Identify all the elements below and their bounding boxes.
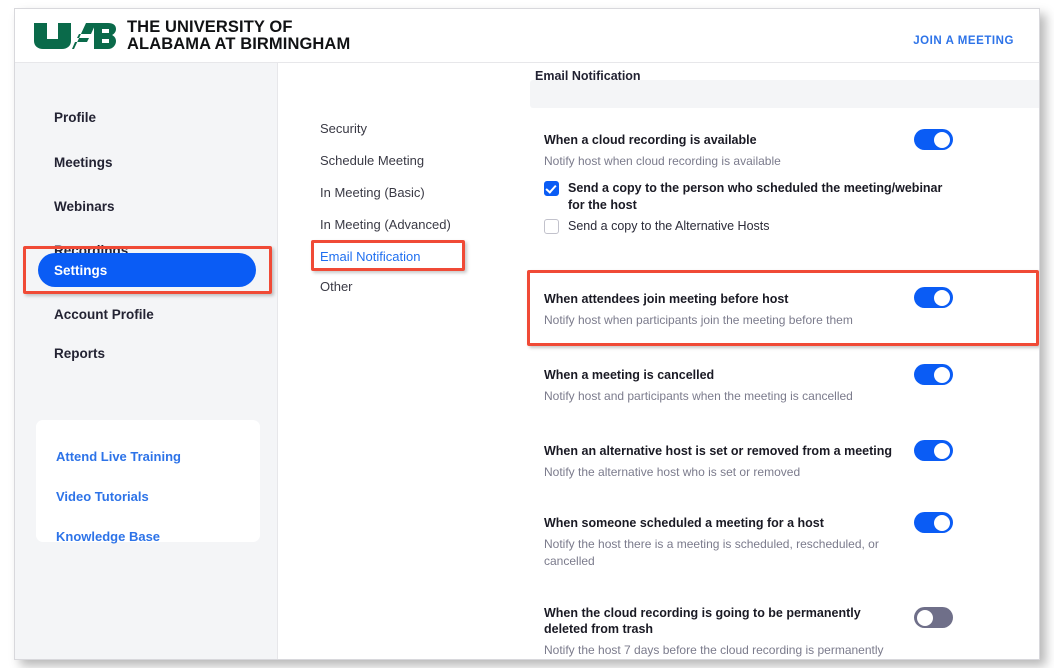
setting-description: Notify host when cloud recording is avai… bbox=[544, 154, 781, 168]
toggle-attendees-join-before-host[interactable] bbox=[914, 287, 953, 308]
annotation-box-attendees-join-before-host bbox=[527, 270, 1039, 346]
sidebar-item-meetings[interactable]: Meetings bbox=[38, 148, 256, 176]
subnav-item-email-notification[interactable]: Email Notification bbox=[320, 249, 420, 264]
subnav-item-schedule-meeting[interactable]: Schedule Meeting bbox=[320, 153, 424, 168]
browser-window: THE UNIVERSITY OF ALABAMA AT BIRMINGHAM … bbox=[14, 8, 1040, 660]
uab-logo-icon bbox=[34, 23, 116, 49]
uab-wordmark: THE UNIVERSITY OF ALABAMA AT BIRMINGHAM bbox=[127, 18, 351, 53]
subnav-item-security[interactable]: Security bbox=[320, 121, 367, 136]
toggle-knob bbox=[934, 131, 950, 148]
setting-description: Notify host when participants join the m… bbox=[544, 313, 853, 327]
setting-title: When the cloud recording is going to be … bbox=[544, 606, 861, 636]
setting-description: Notify the host 7 days before the cloud … bbox=[544, 643, 884, 657]
check-tick-icon bbox=[545, 182, 557, 194]
toggle-cloud-recording-deleted[interactable] bbox=[914, 607, 953, 628]
settings-content: Email Notification When a cloud recordin… bbox=[519, 63, 1039, 659]
uab-logo: THE UNIVERSITY OF ALABAMA AT BIRMINGHAM bbox=[32, 19, 350, 53]
setting-title: When attendees join meeting before host bbox=[544, 292, 789, 306]
setting-description: Notify the alternative host who is set o… bbox=[544, 465, 801, 479]
toggle-cloud-recording-available[interactable] bbox=[914, 129, 953, 150]
section-header-bar bbox=[530, 80, 1039, 108]
checkbox-send-copy-alternative-hosts[interactable] bbox=[544, 219, 559, 234]
toggle-knob bbox=[934, 289, 950, 306]
checkbox-label: Send a copy to the person who scheduled … bbox=[568, 181, 943, 212]
toggle-alternative-host-changed[interactable] bbox=[914, 440, 953, 461]
help-links-card: Attend Live Training Video Tutorials Kno… bbox=[36, 420, 260, 544]
sidebar: Profile Meetings Webinars Recordings Set… bbox=[15, 63, 278, 659]
sidebar-item-settings[interactable]: Settings bbox=[38, 253, 256, 287]
checkbox-label: Send a copy to the Alternative Hosts bbox=[568, 219, 770, 233]
join-a-meeting-link[interactable]: JOIN A MEETING bbox=[913, 35, 1014, 47]
sidebar-item-account-profile[interactable]: Account Profile bbox=[38, 300, 256, 328]
sidebar-item-webinars[interactable]: Webinars bbox=[38, 192, 256, 220]
sidebar-item-reports[interactable]: Reports bbox=[38, 339, 256, 367]
section-title: Email Notification bbox=[535, 69, 641, 83]
video-tutorials-link[interactable]: Video Tutorials bbox=[56, 489, 149, 504]
page-root: THE UNIVERSITY OF ALABAMA AT BIRMINGHAM … bbox=[0, 0, 1054, 668]
subnav-item-other[interactable]: Other bbox=[320, 279, 353, 294]
settings-subnav: Security Schedule Meeting In Meeting (Ba… bbox=[279, 63, 519, 659]
setting-title: When a meeting is cancelled bbox=[544, 368, 715, 382]
attend-live-training-link[interactable]: Attend Live Training bbox=[56, 449, 181, 464]
sidebar-item-profile[interactable]: Profile bbox=[38, 103, 256, 131]
toggle-knob bbox=[917, 609, 933, 626]
toggle-knob bbox=[934, 514, 950, 531]
setting-description: Notify the host there is a meeting is sc… bbox=[544, 537, 879, 568]
setting-title: When someone scheduled a meeting for a h… bbox=[544, 516, 824, 530]
setting-title: When an alternative host is set or remov… bbox=[544, 444, 893, 458]
subnav-item-in-meeting-basic[interactable]: In Meeting (Basic) bbox=[320, 185, 425, 200]
toggle-knob bbox=[934, 442, 950, 459]
subnav-item-in-meeting-advanced[interactable]: In Meeting (Advanced) bbox=[320, 217, 451, 232]
toggle-meeting-cancelled[interactable] bbox=[914, 364, 953, 385]
knowledge-base-link[interactable]: Knowledge Base bbox=[56, 529, 160, 544]
setting-title: When a cloud recording is available bbox=[544, 133, 757, 147]
toggle-knob bbox=[934, 366, 950, 383]
setting-description: Notify host and participants when the me… bbox=[544, 389, 853, 403]
checkbox-send-copy-scheduler[interactable] bbox=[544, 181, 559, 196]
app-header: THE UNIVERSITY OF ALABAMA AT BIRMINGHAM … bbox=[15, 9, 1039, 63]
toggle-someone-scheduled-meeting[interactable] bbox=[914, 512, 953, 533]
